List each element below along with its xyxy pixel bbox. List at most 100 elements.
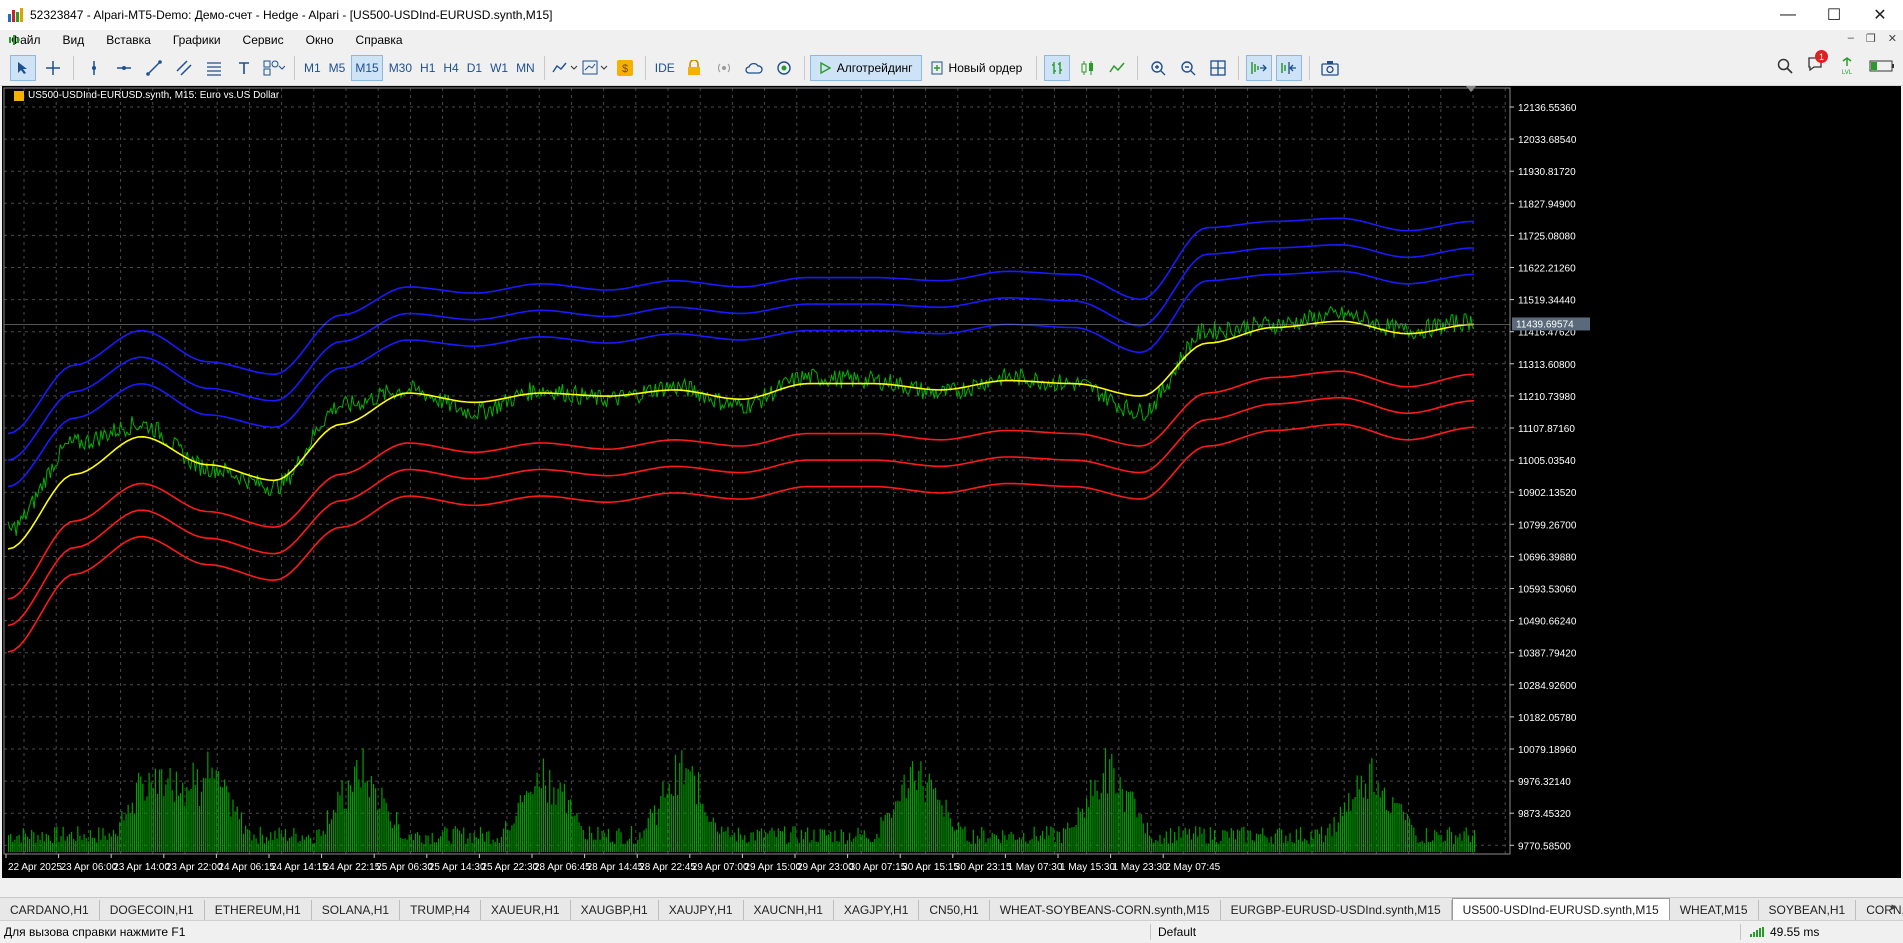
volume-bar [1067, 822, 1069, 852]
chart-tab[interactable]: ETHEREUM,H1 [205, 900, 312, 920]
volume-bar [364, 782, 366, 852]
search-icon[interactable] [1777, 58, 1793, 74]
menu-tools[interactable]: Сервис [232, 33, 295, 47]
timeframe-h1[interactable]: H1 [416, 61, 439, 75]
menu-view[interactable]: Вид [52, 33, 96, 47]
chart-canvas[interactable]: 12136.55360 12033.68540 11930.81720 11827.9… [2, 86, 1901, 878]
new-order-button[interactable]: Новый ордер [922, 55, 1032, 81]
chart-tab[interactable]: CARDANO,H1 [0, 900, 100, 920]
trendline-icon[interactable] [141, 55, 167, 81]
time-label: 1 May 07:30 [1007, 862, 1062, 873]
timeframe-m30[interactable]: M30 [385, 61, 416, 75]
horizontal-line-icon[interactable] [111, 55, 137, 81]
volume-bar [253, 834, 255, 852]
chart-tab[interactable]: XAUCNH,H1 [744, 900, 834, 920]
zoom-in-icon[interactable] [1145, 55, 1171, 81]
mdi-restore-icon[interactable]: ❐ [1866, 32, 1876, 45]
volume-bar [1283, 842, 1285, 852]
menu-help[interactable]: Справка [345, 33, 414, 47]
timeframe-m15[interactable]: M15 [351, 55, 383, 81]
timeframe-m1[interactable]: M1 [300, 61, 325, 75]
timeframe-d1[interactable]: D1 [463, 61, 486, 75]
vps-icon[interactable] [771, 55, 797, 81]
volume-bar [200, 791, 203, 852]
bar-chart-icon[interactable] [1044, 55, 1071, 81]
timeframe-mn[interactable]: MN [512, 61, 539, 75]
volume-bar [1281, 829, 1283, 852]
signals-icon[interactable] [711, 55, 737, 81]
maximize-button[interactable]: ☐ [1811, 0, 1857, 30]
chart-tab[interactable]: WHEAT-SOYBEANS-CORN.synth,M15 [990, 900, 1221, 920]
volume-bar [318, 829, 320, 852]
screenshot-icon[interactable] [1317, 55, 1343, 81]
vertical-line-icon[interactable] [81, 55, 107, 81]
volume-bar [565, 813, 568, 852]
market-icon[interactable]: $ [612, 55, 638, 81]
ide-button[interactable]: IDE [651, 61, 679, 75]
volume-bar [456, 828, 459, 852]
chart-shift-icon[interactable] [1276, 55, 1303, 81]
templates-icon[interactable] [582, 55, 608, 81]
chart-tab[interactable]: XAUEUR,H1 [481, 900, 571, 920]
volume-bar [1023, 832, 1025, 852]
mdi-minimize-icon[interactable]: – [1848, 32, 1854, 45]
volume-bar [790, 832, 792, 852]
crosshair-tool-icon[interactable] [40, 55, 66, 81]
timeframe-m5[interactable]: M5 [325, 61, 350, 75]
status-profile[interactable]: Default [1158, 925, 1196, 939]
timeframe-h4[interactable]: H4 [439, 61, 462, 75]
candlestick-icon[interactable] [1074, 55, 1100, 81]
chart-tab[interactable]: XAUJPY,H1 [659, 900, 744, 920]
current-price-label: 11439.69574 [1516, 319, 1574, 330]
volume-bar [1373, 791, 1375, 852]
mdi-close-icon[interactable]: ✕ [1888, 32, 1897, 45]
menu-window[interactable]: Окно [295, 33, 345, 47]
indicators-icon[interactable] [552, 55, 578, 81]
signal-level-icon[interactable]: LVL [1839, 56, 1855, 75]
volume-bar [165, 784, 167, 852]
chart-tab[interactable]: XAGJPY,H1 [834, 900, 920, 920]
shapes-tool-icon[interactable] [261, 55, 287, 81]
chart-tab[interactable]: SOYBEAN,H1 [1759, 900, 1857, 920]
line-chart-icon[interactable] [1104, 55, 1130, 81]
cursor-tool-icon[interactable] [10, 55, 36, 81]
volume-bar [794, 826, 796, 852]
tile-windows-icon[interactable] [1205, 55, 1231, 81]
menu-insert[interactable]: Вставка [95, 33, 162, 47]
volume-bar [375, 788, 377, 852]
minimize-button[interactable]: — [1765, 0, 1811, 30]
chart-tab[interactable]: CN50,H1 [919, 900, 990, 920]
volume-bar [1205, 843, 1207, 852]
close-button[interactable]: ✕ [1857, 0, 1903, 30]
fibonacci-tool-icon[interactable] [201, 55, 227, 81]
title-bar: 52323847 - Alpari-MT5-Demo: Демо-счет - … [0, 0, 1903, 30]
channel-tool-icon[interactable] [171, 55, 197, 81]
lock-icon[interactable] [681, 55, 707, 81]
volume-bar [54, 827, 56, 852]
status-connection[interactable]: 49.55 ms [1750, 925, 1819, 939]
text-tool-icon[interactable] [231, 55, 257, 81]
chart-tab[interactable]: SOLANA,H1 [312, 900, 401, 920]
tabs-scroll-right-icon[interactable]: ▸ [1891, 900, 1897, 913]
algotrading-button[interactable]: Алготрейдинг [809, 55, 922, 81]
chart-tab[interactable]: TRUMP,H4 [400, 900, 481, 920]
notifications-button[interactable]: 1 [1807, 50, 1828, 75]
volume-bar [410, 833, 412, 852]
chart-tab[interactable]: EURGBP-EURUSD-USDInd.synth,M15 [1221, 900, 1452, 920]
chart-window-icon[interactable] [8, 33, 22, 47]
timeframe-w1[interactable]: W1 [486, 61, 512, 75]
chart-tab[interactable]: DOGECOIN,H1 [100, 900, 205, 920]
volume-bar [1176, 840, 1178, 852]
volume-bar [930, 779, 933, 852]
chart-tab[interactable]: WHEAT,M15 [1670, 900, 1759, 920]
chart-tab[interactable]: US500-USDInd-EURUSD.synth,M15 [1451, 898, 1670, 920]
zoom-out-icon[interactable] [1175, 55, 1201, 81]
cloud-icon[interactable] [741, 55, 767, 81]
time-label: 23 Apr 14:00 [113, 862, 170, 873]
chart-tab[interactable]: XAUGBP,H1 [571, 900, 659, 920]
price-chart[interactable]: 12136.55360 12033.68540 11930.81720 11827.9… [2, 86, 1901, 878]
volume-bar [878, 837, 880, 852]
menu-charts[interactable]: Графики [162, 33, 232, 47]
volume-bar [89, 830, 91, 852]
auto-scroll-icon[interactable] [1246, 55, 1273, 81]
